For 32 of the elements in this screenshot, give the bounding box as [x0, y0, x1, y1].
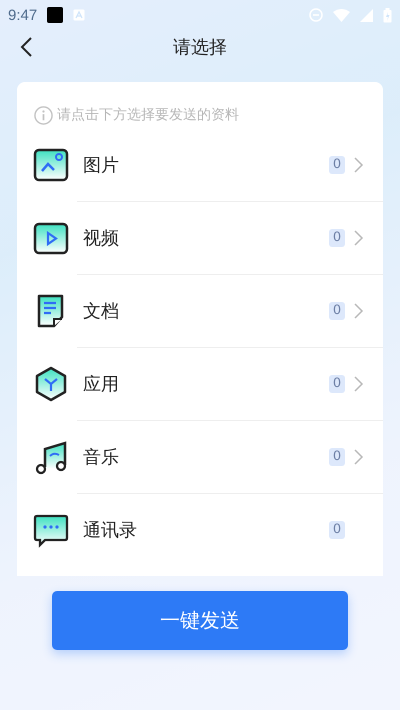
- list-item[interactable]: 应用 0: [17, 347, 383, 420]
- notification-icon: [47, 7, 64, 23]
- wifi-icon: [333, 8, 350, 22]
- item-label: 通讯录: [83, 518, 138, 542]
- list-item[interactable]: 图片 0: [17, 128, 383, 201]
- count-badge: 0: [329, 156, 345, 174]
- notification-icon: [73, 9, 86, 21]
- send-button[interactable]: 一键发送: [52, 591, 348, 650]
- list-item[interactable]: 文档 0: [17, 274, 383, 347]
- hint-text: 请点击下方选择要发送的资料: [57, 106, 239, 124]
- count-badge: 0: [329, 374, 345, 392]
- page-title: 请选择: [173, 36, 227, 59]
- cube-icon: [33, 366, 69, 402]
- picture-icon: [33, 146, 69, 182]
- item-label: 视频: [83, 226, 120, 250]
- item-label: 应用: [83, 372, 120, 396]
- list-item[interactable]: 通讯录 0: [17, 493, 383, 566]
- signal-icon: [360, 8, 373, 22]
- count-badge: 0: [329, 228, 345, 246]
- item-label: 图片: [83, 154, 120, 176]
- info-icon: [34, 106, 53, 124]
- count-badge: 0: [329, 520, 345, 538]
- status-time: 9:47: [8, 6, 38, 24]
- count-badge: 0: [329, 302, 345, 320]
- music-icon: [33, 438, 69, 474]
- list-item[interactable]: 视频 0: [17, 201, 383, 274]
- list-item[interactable]: 音乐 0: [17, 420, 383, 493]
- do-not-disturb-icon: [309, 8, 323, 22]
- count-badge: 0: [329, 448, 345, 466]
- item-label: 文档: [83, 300, 120, 322]
- battery-icon: [383, 8, 392, 22]
- item-label: 音乐: [83, 446, 120, 468]
